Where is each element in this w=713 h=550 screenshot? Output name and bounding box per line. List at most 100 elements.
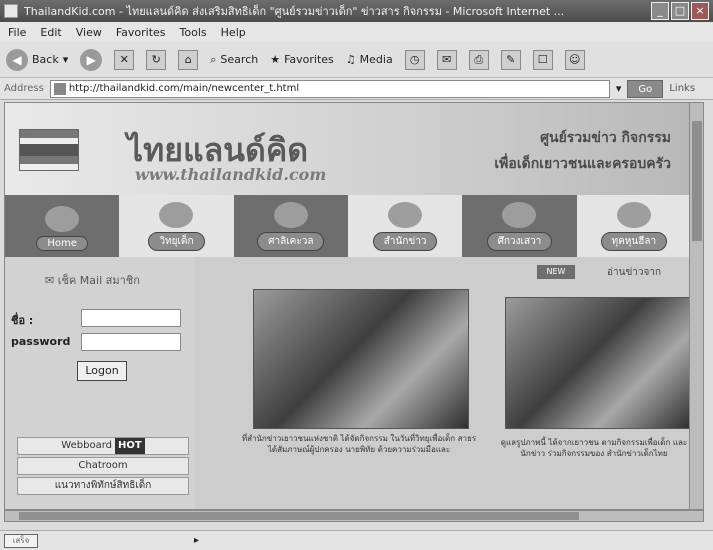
password-label: password	[11, 335, 71, 348]
discuss-button[interactable]: ☐	[532, 49, 553, 70]
media-icon: ♫	[345, 53, 356, 66]
news-caption-2[interactable]: ดูแลรูปภาพนี้ ได้จากเยาวชน ตามกิจกรรมเพื…	[497, 437, 691, 459]
news-area: NEW อ่านข่าวจาก ที่สำนักข่าวเยาวชนแห่งชา…	[195, 257, 691, 509]
nav-item-6-icon	[616, 202, 651, 228]
new-badge: NEW	[537, 265, 575, 279]
maximize-button[interactable]: □	[671, 2, 689, 20]
back-dropdown-icon[interactable]: ▾	[63, 53, 69, 66]
webboard-link[interactable]: Webboard HOT	[17, 437, 189, 455]
site-header: ไทยแลนด์คิด www.thailandkid.com ศูนย์รวม…	[5, 103, 691, 195]
mail-check-label: เช็ค Mail สมาชิก	[57, 274, 140, 287]
edit-button[interactable]: ✎	[500, 49, 521, 70]
nav-radio[interactable]: วิทยุเด็ก	[119, 195, 234, 257]
go-button[interactable]: Go	[627, 79, 664, 98]
favorites-label: Favorites	[284, 53, 334, 66]
side-link-3[interactable]: แนวทางพิทักษ์สิทธิเด็ก	[17, 477, 189, 495]
headphones-nav-icon	[388, 202, 423, 228]
side-link-3-label: แนวทางพิทักษ์สิทธิเด็ก	[54, 480, 152, 491]
nav-item-3[interactable]: ศาลิเคะวล	[233, 195, 348, 257]
news-caption-1[interactable]: ที่สำนักข่าวเยาวชนแห่งชาติ ได้จัดกิจกรรม…	[241, 433, 477, 455]
home-button[interactable]: ⌂	[178, 49, 199, 70]
discuss-icon: ☐	[532, 49, 553, 70]
home-icon: ⌂	[178, 49, 199, 70]
vertical-scrollbar[interactable]	[689, 103, 703, 509]
address-dropdown-icon[interactable]: ▾	[616, 82, 622, 95]
site-nav: Home วิทยุเด็ก ศาลิเคะวล สำนักข่าว ศึกวง…	[5, 195, 691, 257]
hot-badge: HOT	[114, 438, 145, 454]
nav-item-3-icon	[273, 202, 308, 228]
nav-label: สำนักข่าว	[372, 232, 438, 251]
title-bar: ThailandKid.com - ไทยแลนด์คิด ส่งเสริมสิ…	[0, 0, 713, 22]
nav-label: ศึกวงเสวา	[486, 232, 553, 251]
print-icon: ⎙	[468, 49, 489, 70]
news-photo-2[interactable]	[505, 297, 691, 429]
history-button[interactable]: ◷	[404, 49, 425, 70]
favorites-button[interactable]: ★ Favorites	[270, 53, 334, 66]
nav-home[interactable]: Home	[5, 195, 120, 257]
mail-button[interactable]: ✉	[436, 49, 457, 70]
back-label: Back	[32, 53, 59, 66]
menu-help[interactable]: Help	[221, 26, 246, 39]
status-bar: เสร็จ ▸	[0, 530, 713, 550]
mail-icon: ✉	[436, 49, 457, 70]
mail-check-title: ✉ เช็ค Mail สมาชิก	[45, 271, 140, 289]
search-label: Search	[220, 53, 259, 66]
member-panel: ✉ เช็ค Mail สมาชิก ชื่อ : password Logon…	[5, 257, 195, 509]
search-button[interactable]: ⌕ Search	[210, 53, 258, 67]
messenger-icon: ☺	[564, 49, 585, 70]
menu-favorites[interactable]: Favorites	[116, 26, 166, 39]
site-tagline: ศูนย์รวมข่าว กิจกรรม เพื่อเด็กเยาวชนและค…	[494, 125, 671, 177]
vertical-scroll-thumb[interactable]	[692, 121, 702, 241]
links-button[interactable]: Links	[669, 83, 695, 94]
radio-nav-icon	[159, 202, 194, 228]
news-photo-1[interactable]	[253, 289, 469, 429]
menu-tools[interactable]: Tools	[180, 26, 207, 39]
home-nav-icon	[45, 206, 80, 232]
nav-item-5[interactable]: ศึกวงเสวา	[462, 195, 577, 257]
back-arrow-icon: ◀	[6, 48, 28, 71]
minimize-button[interactable]: _	[651, 2, 669, 20]
tagline-line-1: ศูนย์รวมข่าว กิจกรรม	[540, 130, 671, 146]
forward-button[interactable]: ▶	[80, 48, 103, 71]
edit-icon: ✎	[500, 49, 521, 70]
stop-button[interactable]: ✕	[114, 49, 135, 70]
page-viewport: ไทยแลนด์คิด www.thailandkid.com ศูนย์รวม…	[4, 102, 704, 510]
site-logo-url[interactable]: www.thailandkid.com	[135, 165, 326, 184]
menu-file[interactable]: File	[8, 26, 26, 39]
logon-button[interactable]: Logon	[77, 361, 127, 381]
address-label: Address	[4, 83, 44, 94]
address-url: http://thailandkid.com/main/newcenter_t.…	[68, 82, 300, 94]
address-input[interactable]: http://thailandkid.com/main/newcenter_t.…	[49, 79, 610, 98]
nav-item-5-icon	[502, 202, 537, 228]
toolbar: ◀ Back ▾ ▶ ✕ ↻ ⌂ ⌕ Search ★ Favorites ♫ …	[0, 42, 713, 78]
flag-logo	[19, 129, 79, 171]
page-icon	[53, 82, 66, 95]
address-bar: Address http://thailandkid.com/main/newc…	[0, 78, 713, 100]
chatroom-label: Chatroom	[78, 460, 128, 471]
webboard-label: Webboard	[61, 440, 112, 451]
nav-label: ทุคหุนฮีลา	[600, 232, 668, 251]
horizontal-scrollbar[interactable]	[4, 510, 704, 522]
refresh-button[interactable]: ↻	[146, 49, 167, 70]
menu-edit[interactable]: Edit	[40, 26, 61, 39]
chatroom-link[interactable]: Chatroom	[17, 457, 189, 475]
password-input[interactable]	[81, 333, 181, 351]
nav-news-agency[interactable]: สำนักข่าว	[347, 195, 463, 257]
back-button[interactable]: ◀ Back ▾	[6, 48, 69, 71]
media-button[interactable]: ♫ Media	[346, 53, 393, 66]
name-input[interactable]	[81, 309, 181, 327]
menu-view[interactable]: View	[76, 26, 102, 39]
menu-bar: File Edit View Favorites Tools Help	[0, 22, 713, 42]
messenger-button[interactable]: ☺	[564, 49, 585, 70]
search-icon: ⌕	[210, 52, 217, 66]
nav-label: วิทยุเด็ก	[148, 232, 205, 251]
read-news-link[interactable]: อ่านข่าวจาก	[607, 265, 661, 280]
nav-label: Home	[36, 236, 88, 251]
cursor-icon: ▸	[194, 535, 200, 546]
close-button[interactable]: ×	[691, 2, 709, 20]
ie-app-icon[interactable]	[4, 4, 18, 18]
nav-item-6[interactable]: ทุคหุนฮีลา	[576, 195, 691, 257]
name-label: ชื่อ :	[11, 314, 34, 327]
print-button[interactable]: ⎙	[468, 49, 489, 70]
horizontal-scroll-thumb[interactable]	[19, 512, 579, 520]
